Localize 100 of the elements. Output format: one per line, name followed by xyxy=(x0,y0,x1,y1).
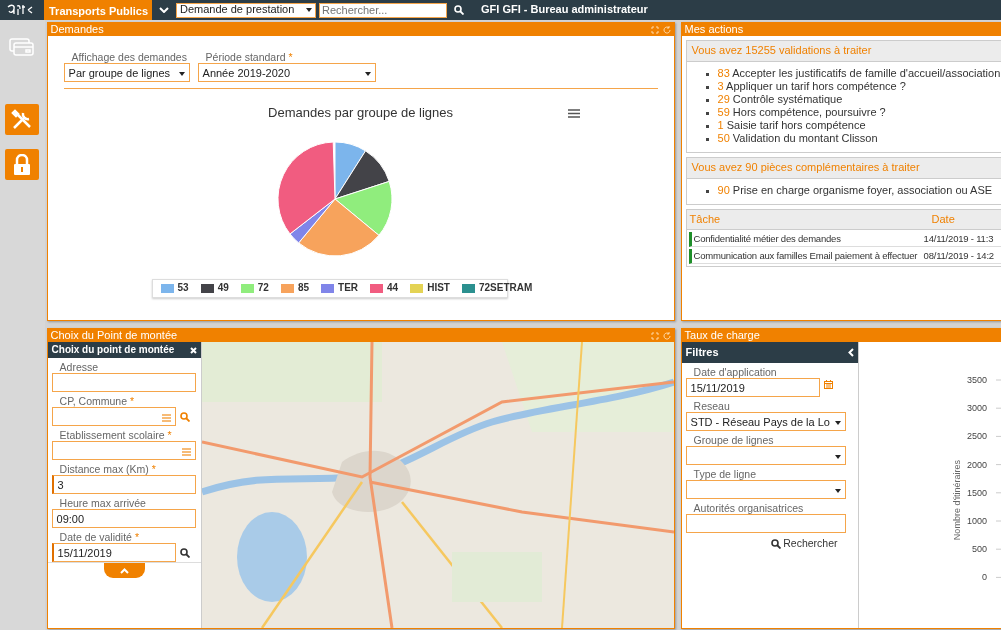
field-label: Affichage des demandes xyxy=(69,52,189,63)
field-label: Groupe de lignes xyxy=(691,435,776,446)
dropdown[interactable] xyxy=(685,446,846,465)
field-label: Type de ligne xyxy=(691,469,758,480)
action-item[interactable]: 1 Saisie tarif hors compétence xyxy=(717,119,866,134)
calendar-icon[interactable] xyxy=(823,380,833,389)
tick-label: 0 xyxy=(981,572,987,583)
axis-title: Nombre d'itinéraires xyxy=(951,459,962,541)
search-button[interactable] xyxy=(179,548,190,558)
action-item[interactable]: 83 Accepter les justificatifs de famille d'accueil/association xyxy=(717,67,1001,82)
task-row[interactable]: Communication aux familles Email paiement à effectuer 08/11/2019 - 14:2 xyxy=(688,249,1001,264)
caret-icon xyxy=(834,420,841,425)
tick-label: 1500 xyxy=(966,487,987,498)
list-field[interactable] xyxy=(51,441,196,460)
refresh-icon[interactable] xyxy=(662,331,671,340)
tools-button[interactable] xyxy=(5,104,40,135)
action-item[interactable]: 59 Hors compétence, poursuivre ? xyxy=(717,106,886,121)
panel-title: Demandes xyxy=(50,23,104,36)
section-heading: Vous avez 90 pièces complémentaires à traiter xyxy=(686,157,1001,179)
bullet-icon xyxy=(705,72,709,76)
search-button[interactable]: Rechercher xyxy=(771,537,838,551)
field-label: CP, Commune * xyxy=(57,396,137,407)
field-label: Heure max arrivée xyxy=(57,498,148,509)
chart-title: Demandes par groupe de lignes xyxy=(268,105,454,122)
pie-slice[interactable] xyxy=(334,181,392,237)
chevron-left-icon[interactable] xyxy=(847,348,854,357)
bullet-icon xyxy=(705,137,709,141)
pie-slice[interactable] xyxy=(334,150,390,200)
list-icon xyxy=(181,447,191,456)
tick-label: 3500 xyxy=(966,375,987,385)
tick-label: 1000 xyxy=(966,516,987,526)
expand-icon[interactable] xyxy=(650,25,659,34)
action-item[interactable]: 3 Appliquer un tarif hors compétence ? xyxy=(717,80,906,95)
legend-label[interactable]: HIST xyxy=(427,282,450,295)
chevron-down-icon xyxy=(159,7,169,13)
search-icon xyxy=(454,5,464,15)
chevron-up-icon xyxy=(119,567,129,574)
caret-icon xyxy=(834,488,841,493)
field-label: Etablissement scolaire * xyxy=(57,430,174,441)
menu-icon[interactable] xyxy=(567,109,580,118)
section-heading: Vous avez 15255 validations à traiter xyxy=(686,41,1001,62)
caret-icon xyxy=(364,71,371,76)
field-label: Date d'application xyxy=(691,367,779,378)
collapse-button[interactable] xyxy=(103,563,145,578)
input-field[interactable]: 09:00 xyxy=(51,509,196,528)
dropdown[interactable]: Année 2019-2020 xyxy=(197,63,376,82)
module-select[interactable]: Demande de prestation xyxy=(176,2,316,18)
input-field[interactable]: 15/11/2019 xyxy=(51,543,176,562)
field-label: Adresse xyxy=(57,362,101,373)
bullet-icon xyxy=(705,85,709,89)
search-field[interactable]: Rechercher... xyxy=(319,2,447,18)
field-label: Période standard * xyxy=(203,52,295,63)
bullet-icon xyxy=(705,111,709,115)
list-field[interactable] xyxy=(51,407,176,426)
action-item[interactable]: 90 Prise en charge organisme foyer, association ou ASE xyxy=(717,184,993,198)
refresh-icon[interactable] xyxy=(662,25,671,34)
list-icon xyxy=(161,413,171,422)
input-field[interactable]: 3 xyxy=(51,475,196,494)
action-item[interactable]: 29 Contrôle systématique xyxy=(717,93,843,108)
legend-label[interactable]: 85 xyxy=(297,282,310,295)
legend-label[interactable]: 53 xyxy=(177,282,189,295)
caret-icon xyxy=(834,454,841,459)
field-label: Date de validité * xyxy=(57,532,142,543)
dropdown[interactable]: Par groupe de lignes xyxy=(63,63,190,82)
panel-title: Choix du point de montée xyxy=(51,343,175,357)
search-icon xyxy=(179,412,190,422)
legend-label[interactable]: 44 xyxy=(387,282,399,295)
field-label: Reseau xyxy=(691,401,732,412)
dropdown[interactable] xyxy=(685,480,846,499)
expand-icon[interactable] xyxy=(650,331,659,340)
legend-label[interactable]: 49 xyxy=(217,282,229,295)
panel-title: Filtres xyxy=(685,345,719,360)
field-label: Autorités organisatrices xyxy=(691,503,806,514)
search-icon xyxy=(179,548,190,558)
legend-label[interactable]: TER xyxy=(338,282,359,295)
date-field[interactable]: 15/11/2019 xyxy=(685,378,820,397)
user-label: GFI GFI - Bureau administrateur xyxy=(481,3,648,17)
search-icon xyxy=(771,538,782,549)
lock-icon xyxy=(13,153,32,176)
bullet-icon xyxy=(705,98,709,102)
tick-label: 500 xyxy=(971,544,987,555)
input-field[interactable] xyxy=(51,373,196,392)
tick-label: 3000 xyxy=(966,403,987,414)
field-label: Distance max (Km) * xyxy=(57,464,158,475)
dropdown[interactable]: STD - Réseau Pays de la Lo xyxy=(685,412,846,431)
legend-label[interactable]: 72 xyxy=(257,282,269,295)
panel-title: Taux de charge xyxy=(684,329,760,342)
caret-icon xyxy=(178,71,185,76)
close-icon[interactable] xyxy=(189,346,197,354)
action-item[interactable]: 50 Validation du montant Clisson xyxy=(717,132,878,147)
task-row[interactable]: Confidentialité métier des demandes 14/11/2019 - 11:3 xyxy=(688,232,1001,248)
cards-icon[interactable] xyxy=(9,38,36,56)
legend-label[interactable]: 72SETRAM xyxy=(478,282,533,295)
bullet-icon xyxy=(705,124,709,128)
lock-button[interactable] xyxy=(5,149,40,180)
tick-label: 2500 xyxy=(966,431,987,442)
panel-title: Mes actions xyxy=(684,23,744,36)
tick-label: 2000 xyxy=(966,459,987,470)
input-field[interactable] xyxy=(685,514,846,533)
bullet-icon xyxy=(705,189,709,193)
